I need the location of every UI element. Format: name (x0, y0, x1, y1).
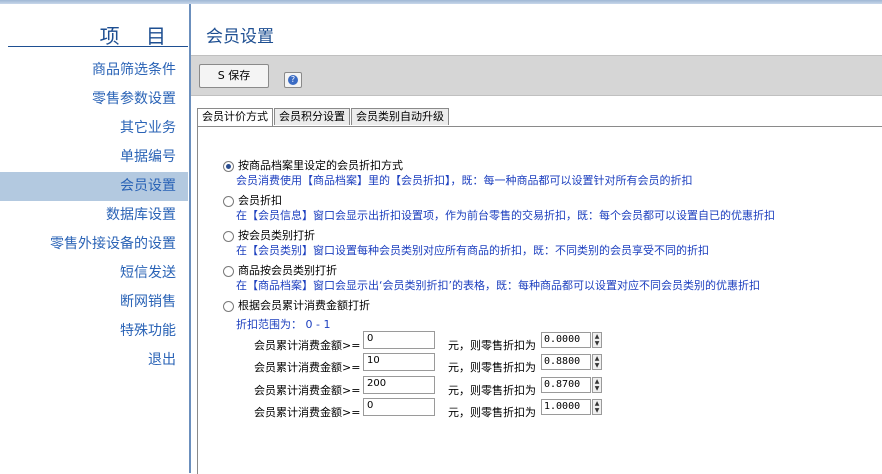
tier-discount-spinner[interactable]: ▲ ▼ (592, 332, 602, 348)
sidebar-item-other-business[interactable]: 其它业务 (0, 114, 188, 143)
option-label: 会员折扣 (238, 194, 282, 207)
tier-mid-text: 元，则零售折扣为 (448, 339, 536, 352)
help-icon: ? (288, 75, 298, 85)
option-product-member-discount[interactable]: 按商品档案里设定的会员折扣方式 (223, 157, 403, 173)
option-member-category-discount[interactable]: 按会员类别打折 (223, 227, 315, 243)
option-label: 按会员类别打折 (238, 229, 315, 242)
page-title: 会员设置 (206, 27, 274, 47)
main-panel: 会员设置 S 保存 ? 会员计价方式 会员积分设置 会员类别自动升级 按商品档案… (191, 4, 882, 474)
option-description: 在【商品档案】窗口会显示出‘会员类别折扣’的表格，既：每种商品都可以设置对应不同… (236, 279, 760, 292)
sidebar-item-product-filter[interactable]: 商品筛选条件 (0, 56, 188, 85)
tab-member-auto-upgrade[interactable]: 会员类别自动升级 (351, 108, 449, 125)
tab-panel-member-pricing: 按商品档案里设定的会员折扣方式 会员消费使用【商品档案】里的【会员折扣】，既：每… (197, 126, 882, 474)
spin-down-icon[interactable]: ▼ (593, 362, 601, 369)
tier-discount-spinner[interactable]: ▲ ▼ (592, 377, 602, 393)
sidebar-item-sms[interactable]: 短信发送 (0, 259, 188, 288)
spin-up-icon[interactable]: ▲ (593, 333, 601, 340)
tier-mid-text: 元，则零售折扣为 (448, 406, 536, 419)
sidebar-item-member-settings[interactable]: 会员设置 (0, 172, 188, 201)
tier-amount-input[interactable]: 0 (363, 398, 435, 416)
spin-down-icon[interactable]: ▼ (593, 407, 601, 414)
sidebar-item-offline-sales[interactable]: 断网销售 (0, 288, 188, 317)
tab-member-points[interactable]: 会员积分设置 (274, 108, 350, 125)
tier-label: 会员累计消费金额>= (254, 361, 361, 374)
tab-member-pricing[interactable]: 会员计价方式 (197, 108, 273, 126)
sidebar-menu: 商品筛选条件 零售参数设置 其它业务 单据编号 会员设置 数据库设置 零售外接设… (0, 56, 188, 375)
radio-unselected[interactable] (223, 230, 234, 242)
sidebar-item-external-devices[interactable]: 零售外接设备的设置 (0, 230, 188, 259)
radio-unselected[interactable] (223, 195, 234, 207)
option-label: 根据会员累计消费金额打折 (238, 299, 370, 312)
save-button[interactable]: S 保存 (199, 64, 269, 88)
sidebar-item-retail-params[interactable]: 零售参数设置 (0, 85, 188, 114)
sidebar-item-document-number[interactable]: 单据编号 (0, 143, 188, 172)
tier-amount-input[interactable]: 200 (363, 376, 435, 394)
discount-range-text: 折扣范围为： 0 - 1 (236, 318, 331, 331)
tier-discount-spinner[interactable]: ▲ ▼ (592, 399, 602, 415)
option-label: 商品按会员类别打折 (238, 264, 337, 277)
option-product-by-member-category[interactable]: 商品按会员类别打折 (223, 262, 337, 278)
option-description: 在【会员类别】窗口设置每种会员类别对应所有商品的折扣，既：不同类别的会员享受不同… (236, 244, 709, 257)
radio-unselected[interactable] (223, 265, 234, 277)
tier-amount-input[interactable]: 10 (363, 353, 435, 371)
spin-down-icon[interactable]: ▼ (593, 340, 601, 347)
tab-bar: 会员计价方式 会员积分设置 会员类别自动升级 (197, 108, 450, 126)
spin-up-icon[interactable]: ▲ (593, 355, 601, 362)
option-description: 在【会员信息】窗口会显示出折扣设置项，作为前台零售的交易折扣，既：每个会员都可以… (236, 209, 775, 222)
tier-label: 会员累计消费金额>= (254, 384, 361, 397)
sidebar-title-underline (8, 46, 188, 47)
tier-discount-input[interactable]: 1.0000 (541, 399, 591, 415)
tier-label: 会员累计消费金额>= (254, 406, 361, 419)
tier-discount-input[interactable]: 0.0000 (541, 332, 591, 348)
sidebar-item-special-functions[interactable]: 特殊功能 (0, 317, 188, 346)
tier-discount-input[interactable]: 0.8800 (541, 354, 591, 370)
option-label: 按商品档案里设定的会员折扣方式 (238, 159, 403, 172)
spin-up-icon[interactable]: ▲ (593, 400, 601, 407)
sidebar-title: 项 目 (99, 24, 176, 48)
tier-mid-text: 元，则零售折扣为 (448, 361, 536, 374)
radio-selected[interactable] (223, 160, 234, 172)
sidebar: 项 目 商品筛选条件 零售参数设置 其它业务 单据编号 会员设置 数据库设置 零… (0, 4, 188, 473)
option-description: 会员消费使用【商品档案】里的【会员折扣】，既：每一种商品都可以设置针对所有会员的… (236, 174, 693, 187)
help-button[interactable]: ? (284, 72, 302, 88)
option-member-discount[interactable]: 会员折扣 (223, 192, 282, 208)
option-cumulative-spending-discount[interactable]: 根据会员累计消费金额打折 (223, 297, 370, 313)
spin-up-icon[interactable]: ▲ (593, 378, 601, 385)
toolbar: S 保存 ? (191, 55, 882, 96)
tier-discount-spinner[interactable]: ▲ ▼ (592, 354, 602, 370)
tier-label: 会员累计消费金额>= (254, 339, 361, 352)
radio-unselected[interactable] (223, 300, 234, 312)
tier-amount-input[interactable]: 0 (363, 331, 435, 349)
sidebar-item-database[interactable]: 数据库设置 (0, 201, 188, 230)
sidebar-item-exit[interactable]: 退出 (0, 346, 188, 375)
spin-down-icon[interactable]: ▼ (593, 385, 601, 392)
tier-discount-input[interactable]: 0.8700 (541, 377, 591, 393)
tier-mid-text: 元，则零售折扣为 (448, 384, 536, 397)
